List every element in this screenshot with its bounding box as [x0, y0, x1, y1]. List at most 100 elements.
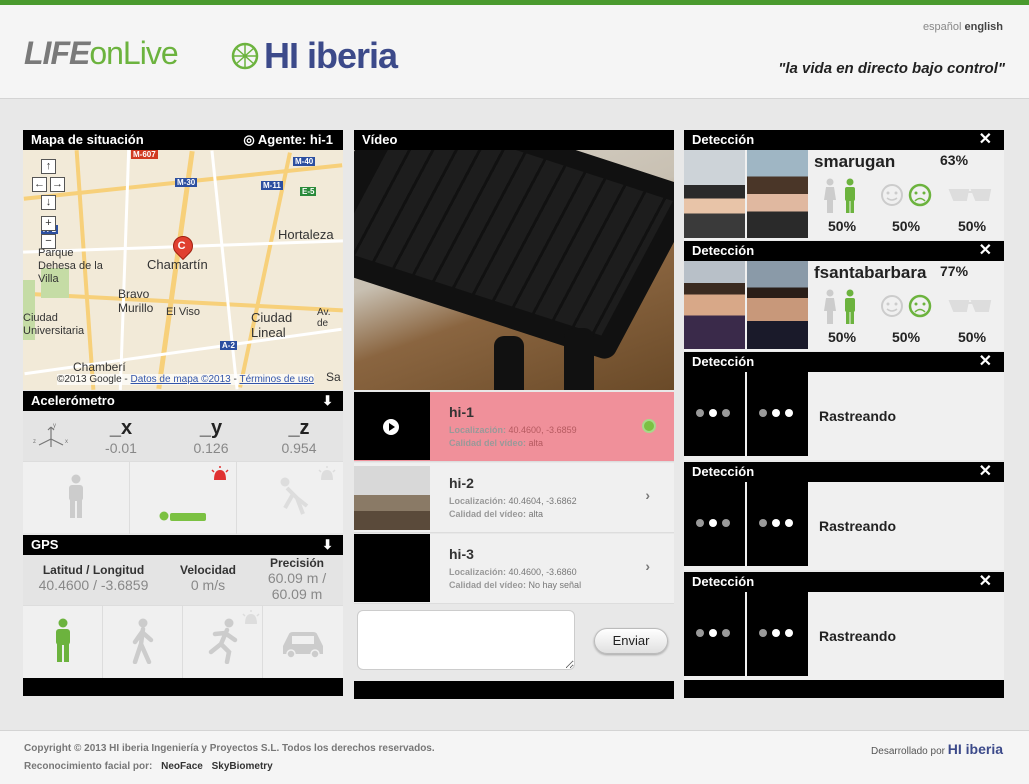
- agent-meta: Localización: 40.4604, -3.6862 Calidad d…: [449, 495, 577, 521]
- svg-text:z: z: [33, 439, 36, 445]
- message-input[interactable]: [357, 610, 575, 670]
- precision-value-1: 60.09 m /: [267, 570, 327, 586]
- axes-icon: z x y: [33, 423, 68, 447]
- map-copyright-text: ©2013 Google -: [57, 374, 128, 385]
- location-value: 40.4600, -3.6859: [508, 425, 577, 435]
- developer-logo[interactable]: HI iberia: [948, 741, 1003, 757]
- message-area: Enviar: [354, 606, 674, 678]
- walking-person-icon: [132, 618, 154, 664]
- video-feed[interactable]: [354, 150, 674, 390]
- map-terms-link[interactable]: Términos de uso: [239, 374, 313, 385]
- detection-card-1: smarugan 63% 50% 50% 50%: [684, 150, 1004, 240]
- close-icon[interactable]: ✕: [979, 462, 992, 482]
- language-switcher: español english: [923, 21, 1003, 33]
- close-icon[interactable]: ✕: [979, 130, 992, 150]
- pan-right-button[interactable]: →: [50, 177, 65, 192]
- agent-thumbnail: [354, 534, 430, 602]
- detection-card-2: fsantabarbara 77% 50% 50% 50%: [684, 261, 1004, 351]
- road-shield: M-11: [261, 181, 283, 190]
- latlon: Latitud / Longitud 40.4600 / -3.6859: [31, 563, 156, 593]
- map-view[interactable]: M-607 M-40 M-30 M-11 E-5 A-1 A-2 Hortale…: [23, 150, 343, 390]
- lying-person-icon: [159, 511, 206, 521]
- logo-life-text: LIFE: [24, 35, 90, 71]
- logo-on-text: on: [89, 35, 124, 71]
- chevron-right-icon[interactable]: ›: [645, 558, 650, 574]
- gps-title: GPS: [31, 537, 59, 552]
- map-label: Hortaleza: [278, 227, 334, 242]
- map-label: Ciudad Universitaria: [23, 312, 85, 337]
- location-pin-icon[interactable]: C: [168, 231, 198, 261]
- accel-values: z x y _x -0.01 _y 0.126 _z 0.954: [23, 411, 343, 461]
- collapse-arrow-icon[interactable]: ⬇: [322, 391, 333, 411]
- loading-slot: [747, 372, 808, 456]
- video-title: Vídeo: [362, 132, 398, 147]
- pan-down-button[interactable]: ↓: [41, 195, 56, 210]
- pan-left-button[interactable]: ←: [32, 177, 47, 192]
- map-label: Chamberí: [73, 360, 126, 374]
- right-footer-bar: [684, 680, 1004, 698]
- map-label: Parque Dehesa de la Villa: [38, 247, 103, 285]
- hi-iberia-logo[interactable]: HI iberia: [230, 35, 398, 77]
- zoom-in-button[interactable]: +: [41, 216, 56, 231]
- lifeonlive-logo[interactable]: LIFEonLive: [24, 35, 179, 72]
- map-data-link[interactable]: Datos de mapa ©2013: [131, 374, 231, 385]
- agent-selector[interactable]: ◎ Agente: hi-1: [243, 130, 333, 150]
- pan-up-button[interactable]: ↑: [41, 159, 56, 174]
- skybiometry-link[interactable]: SkyBiometry: [212, 761, 273, 772]
- glasses-pct: 50%: [958, 329, 987, 345]
- map-panel: Mapa de situación ◎ Agente: hi-1: [23, 130, 343, 150]
- map-copyright: ©2013 Google - Datos de mapa ©2013 - Tér…: [57, 374, 314, 385]
- footer: Copyright © 2013 HI iberia Ingeniería y …: [0, 730, 1029, 784]
- detection-header: Detección ✕: [684, 241, 1004, 261]
- running-tile: [183, 606, 263, 679]
- vehicle-tile: [263, 606, 343, 679]
- close-icon[interactable]: ✕: [979, 241, 992, 261]
- match-score: 77%: [940, 263, 969, 279]
- standing-person-icon: [69, 474, 83, 518]
- lying-tile: [130, 462, 237, 534]
- running-person-icon: [208, 618, 238, 664]
- accel-x-value: -0.01: [105, 440, 137, 456]
- face-credits-label: Reconocimiento facial por:: [24, 761, 153, 772]
- play-icon[interactable]: [383, 419, 399, 435]
- zoom-out-button[interactable]: −: [41, 234, 56, 249]
- speed-label: Velocidad: [179, 563, 237, 577]
- detection-header: Detección ✕: [684, 352, 1004, 372]
- agent-row-hi-3[interactable]: hi-3 Localización: 40.4600, -3.6860 Cali…: [354, 534, 674, 604]
- tracking-status: Rastreando: [819, 518, 897, 534]
- detection-card-5: Rastreando: [684, 592, 1004, 680]
- detected-username: smarugan: [814, 152, 896, 171]
- map-label: Av. de: [317, 307, 331, 329]
- send-button[interactable]: Enviar: [594, 628, 668, 654]
- quality-label: Calidad del vídeo:: [449, 509, 527, 519]
- gender-pct: 50%: [828, 329, 857, 345]
- location-value: 40.4600, -3.6860: [508, 567, 577, 577]
- loading-dots-icon: [759, 629, 793, 637]
- collapse-arrow-icon[interactable]: ⬇: [322, 535, 333, 555]
- loading-slot: [684, 592, 745, 676]
- match-score: 63%: [940, 152, 969, 168]
- map-label: Chamartín: [147, 257, 208, 272]
- agent-meta: Localización: 40.4600, -3.6859 Calidad d…: [449, 424, 577, 450]
- gender-pct: 50%: [828, 218, 857, 234]
- chevron-right-icon[interactable]: ›: [645, 487, 650, 503]
- logo-live-text: Live: [122, 35, 179, 71]
- road-shield: A-2: [220, 341, 237, 350]
- developer-credit: Desarrollado por HI iberia: [871, 741, 1003, 757]
- lang-en-link[interactable]: english: [964, 21, 1003, 33]
- location-label: Localización:: [449, 496, 507, 506]
- precision-value-2: 60.09 m: [271, 586, 323, 602]
- developer-label: Desarrollado por: [871, 746, 945, 757]
- pin-letter: C: [177, 240, 186, 253]
- walking-tile: [103, 606, 183, 679]
- latlon-label: Latitud / Longitud: [42, 563, 145, 577]
- close-icon[interactable]: ✕: [979, 572, 992, 592]
- quality-label: Calidad del vídeo:: [449, 438, 527, 448]
- agent-row-hi-1[interactable]: hi-1 Localización: 40.4600, -3.6859 Cali…: [354, 392, 674, 462]
- lang-es-link[interactable]: español: [923, 21, 962, 33]
- close-icon[interactable]: ✕: [979, 352, 992, 372]
- gps-values: Latitud / Longitud 40.4600 / -3.6859 Vel…: [23, 555, 343, 605]
- falling-person-icon: [280, 477, 309, 515]
- agent-row-hi-2[interactable]: hi-2 Localización: 40.4604, -3.6862 Cali…: [354, 463, 674, 533]
- neoface-link[interactable]: NeoFace: [161, 761, 203, 772]
